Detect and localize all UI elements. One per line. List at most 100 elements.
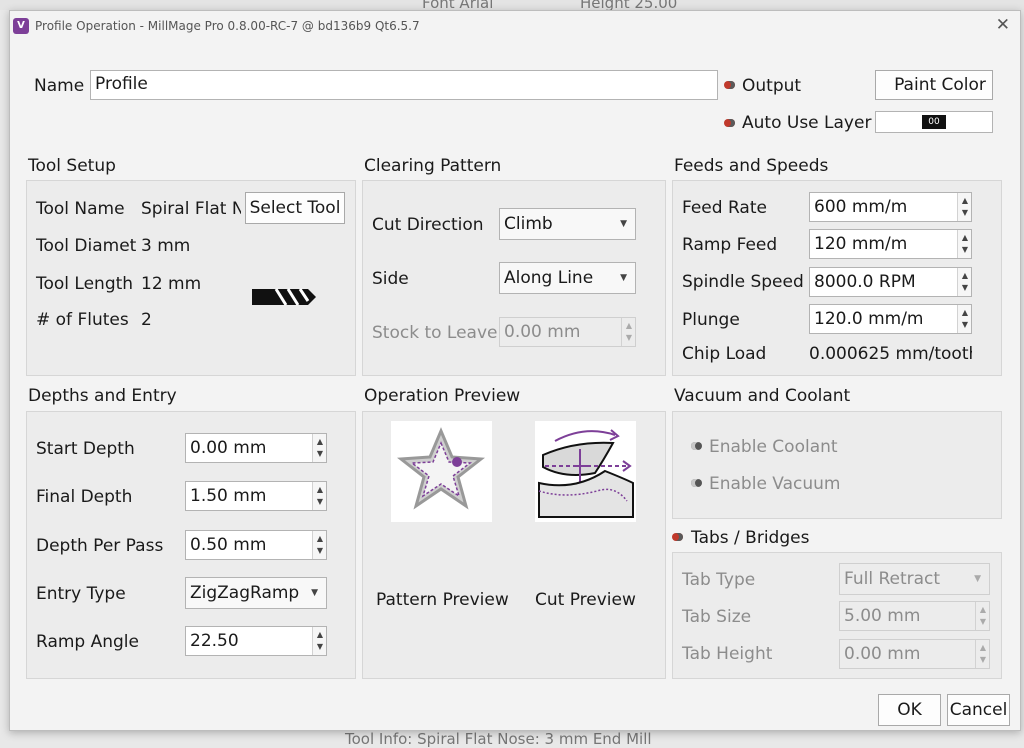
- spin-down-icon[interactable]: ▼: [980, 656, 986, 664]
- stock-to-leave-spinbox[interactable]: 0.00 mm ▲ ▼: [499, 317, 636, 347]
- ramp-feed-spinbox[interactable]: 120 mm/m ▲ ▼: [809, 229, 972, 259]
- spin-down-icon[interactable]: ▼: [962, 246, 968, 254]
- spin-up-icon[interactable]: ▲: [317, 486, 323, 494]
- tool-name-label: Tool Name: [36, 199, 125, 219]
- cancel-button[interactable]: Cancel: [947, 694, 1010, 726]
- tab-height-value: 0.00 mm: [844, 644, 921, 664]
- ok-button[interactable]: OK: [878, 694, 941, 726]
- ramp-feed-value: 120 mm/m: [814, 234, 908, 254]
- side-combo[interactable]: Along Line ▼: [499, 262, 636, 294]
- start-depth-spinbox[interactable]: 0.00 mm ▲ ▼: [185, 433, 327, 463]
- tool-length-label: Tool Length: [36, 274, 134, 294]
- feed-rate-label: Feed Rate: [682, 198, 767, 218]
- entry-type-value: ZigZagRamp: [190, 583, 300, 603]
- paint-color-button[interactable]: Paint Color: [875, 70, 993, 100]
- spin-down-icon[interactable]: ▼: [317, 547, 323, 555]
- clearing-pattern-title: Clearing Pattern: [364, 156, 502, 176]
- spin-up-icon[interactable]: ▲: [317, 438, 323, 446]
- feed-rate-spinbox[interactable]: 600 mm/m ▲ ▼: [809, 192, 972, 222]
- chip-load-label: Chip Load: [682, 344, 767, 364]
- layer-swatch[interactable]: 00: [875, 111, 993, 133]
- tab-size-spinbox[interactable]: 5.00 mm ▲ ▼: [839, 601, 990, 631]
- spin-up-icon[interactable]: ▲: [626, 322, 632, 330]
- spin-down-icon[interactable]: ▼: [962, 209, 968, 217]
- output-label: Output: [742, 76, 802, 96]
- window-title: Profile Operation - MillMage Pro 0.8.00-…: [35, 19, 420, 33]
- enable-coolant-toggle[interactable]: [691, 442, 702, 450]
- ramp-angle-label: Ramp Angle: [36, 632, 139, 652]
- select-tool-button[interactable]: Select Tool: [245, 192, 345, 224]
- spin-up-icon[interactable]: ▲: [317, 631, 323, 639]
- title-bar: V Profile Operation - MillMage Pro 0.8.0…: [10, 11, 1020, 43]
- chevron-down-icon: ▼: [974, 574, 981, 584]
- ramp-feed-label: Ramp Feed: [682, 235, 778, 255]
- spin-up-icon[interactable]: ▲: [962, 309, 968, 317]
- background-tool-info: Tool Info: Spiral Flat Nose: 3 mm End Mi…: [345, 730, 652, 748]
- background-window: [0, 0, 1024, 10]
- spin-down-icon[interactable]: ▼: [962, 284, 968, 292]
- plunge-label: Plunge: [682, 310, 740, 330]
- vacuum-coolant-group: [672, 411, 1002, 519]
- close-icon[interactable]: ✕: [996, 15, 1010, 35]
- tab-height-spinbox[interactable]: 0.00 mm ▲ ▼: [839, 639, 990, 669]
- entry-type-combo[interactable]: ZigZagRamp ▼: [185, 577, 327, 609]
- spin-down-icon[interactable]: ▼: [317, 643, 323, 651]
- tabs-bridges-toggle[interactable]: [672, 533, 683, 541]
- depth-per-pass-value: 0.50 mm: [190, 535, 267, 555]
- start-depth-label: Start Depth: [36, 439, 135, 459]
- spin-up-icon[interactable]: ▲: [980, 606, 986, 614]
- name-input[interactable]: Profile: [90, 70, 718, 100]
- pattern-preview-image: [391, 421, 492, 522]
- plunge-spinbox[interactable]: 120.0 mm/m ▲ ▼: [809, 304, 972, 334]
- ramp-angle-spinbox[interactable]: 22.50 ▲ ▼: [185, 626, 327, 656]
- tool-diameter-label: Tool Diamet: [36, 236, 137, 256]
- side-value: Along Line: [504, 268, 594, 288]
- spin-up-icon[interactable]: ▲: [980, 644, 986, 652]
- cut-direction-combo[interactable]: Climb ▼: [499, 208, 636, 240]
- enable-coolant-label: Enable Coolant: [709, 437, 838, 457]
- depth-per-pass-spinbox[interactable]: 0.50 mm ▲ ▼: [185, 530, 327, 560]
- tab-type-value: Full Retract: [844, 569, 941, 589]
- ramp-angle-value: 22.50: [190, 631, 239, 651]
- vacuum-coolant-title: Vacuum and Coolant: [674, 386, 851, 406]
- final-depth-label: Final Depth: [36, 487, 133, 507]
- spin-down-icon[interactable]: ▼: [980, 618, 986, 626]
- depth-per-pass-label: Depth Per Pass: [36, 536, 164, 556]
- tool-name-value: Spiral Flat N: [141, 199, 241, 219]
- tab-type-combo[interactable]: Full Retract ▼: [839, 563, 990, 595]
- chevron-down-icon: ▼: [620, 219, 627, 229]
- spin-up-icon[interactable]: ▲: [962, 197, 968, 205]
- flutes-value: 2: [141, 310, 152, 330]
- spin-down-icon[interactable]: ▼: [317, 498, 323, 506]
- spin-up-icon[interactable]: ▲: [317, 535, 323, 543]
- app-logo-icon: V: [13, 18, 29, 34]
- spin-down-icon[interactable]: ▼: [962, 321, 968, 329]
- operation-preview-title: Operation Preview: [364, 386, 521, 406]
- spin-down-icon[interactable]: ▼: [317, 450, 323, 458]
- star-pattern-icon: [396, 427, 486, 510]
- final-depth-spinbox[interactable]: 1.50 mm ▲ ▼: [185, 481, 327, 511]
- output-toggle[interactable]: [724, 81, 735, 89]
- spindle-speed-label: Spindle Speed: [682, 272, 804, 292]
- name-label: Name: [34, 76, 85, 96]
- tab-size-value: 5.00 mm: [844, 606, 921, 626]
- final-depth-value: 1.50 mm: [190, 486, 267, 506]
- profile-operation-dialog: V Profile Operation - MillMage Pro 0.8.0…: [9, 10, 1021, 731]
- feed-rate-value: 600 mm/m: [814, 197, 908, 217]
- spin-down-icon[interactable]: ▼: [626, 334, 632, 342]
- side-label: Side: [372, 269, 409, 289]
- cut-direction-label: Cut Direction: [372, 215, 484, 235]
- spin-up-icon[interactable]: ▲: [962, 272, 968, 280]
- cut-preview-label: Cut Preview: [535, 590, 636, 610]
- chip-load-value: 0.000625 mm/tooth: [809, 344, 972, 364]
- tabs-bridges-title: Tabs / Bridges: [691, 528, 810, 548]
- spin-up-icon[interactable]: ▲: [962, 234, 968, 242]
- end-mill-icon: [252, 288, 316, 306]
- enable-vacuum-toggle[interactable]: [691, 479, 702, 487]
- plunge-value: 120.0 mm/m: [814, 309, 924, 329]
- layer-number: 00: [922, 115, 946, 129]
- tool-diameter-value: 3 mm: [141, 236, 191, 256]
- auto-use-layer-toggle[interactable]: [724, 119, 735, 127]
- spindle-speed-spinbox[interactable]: 8000.0 RPM ▲ ▼: [809, 267, 972, 297]
- cut-preview-image: [535, 421, 636, 522]
